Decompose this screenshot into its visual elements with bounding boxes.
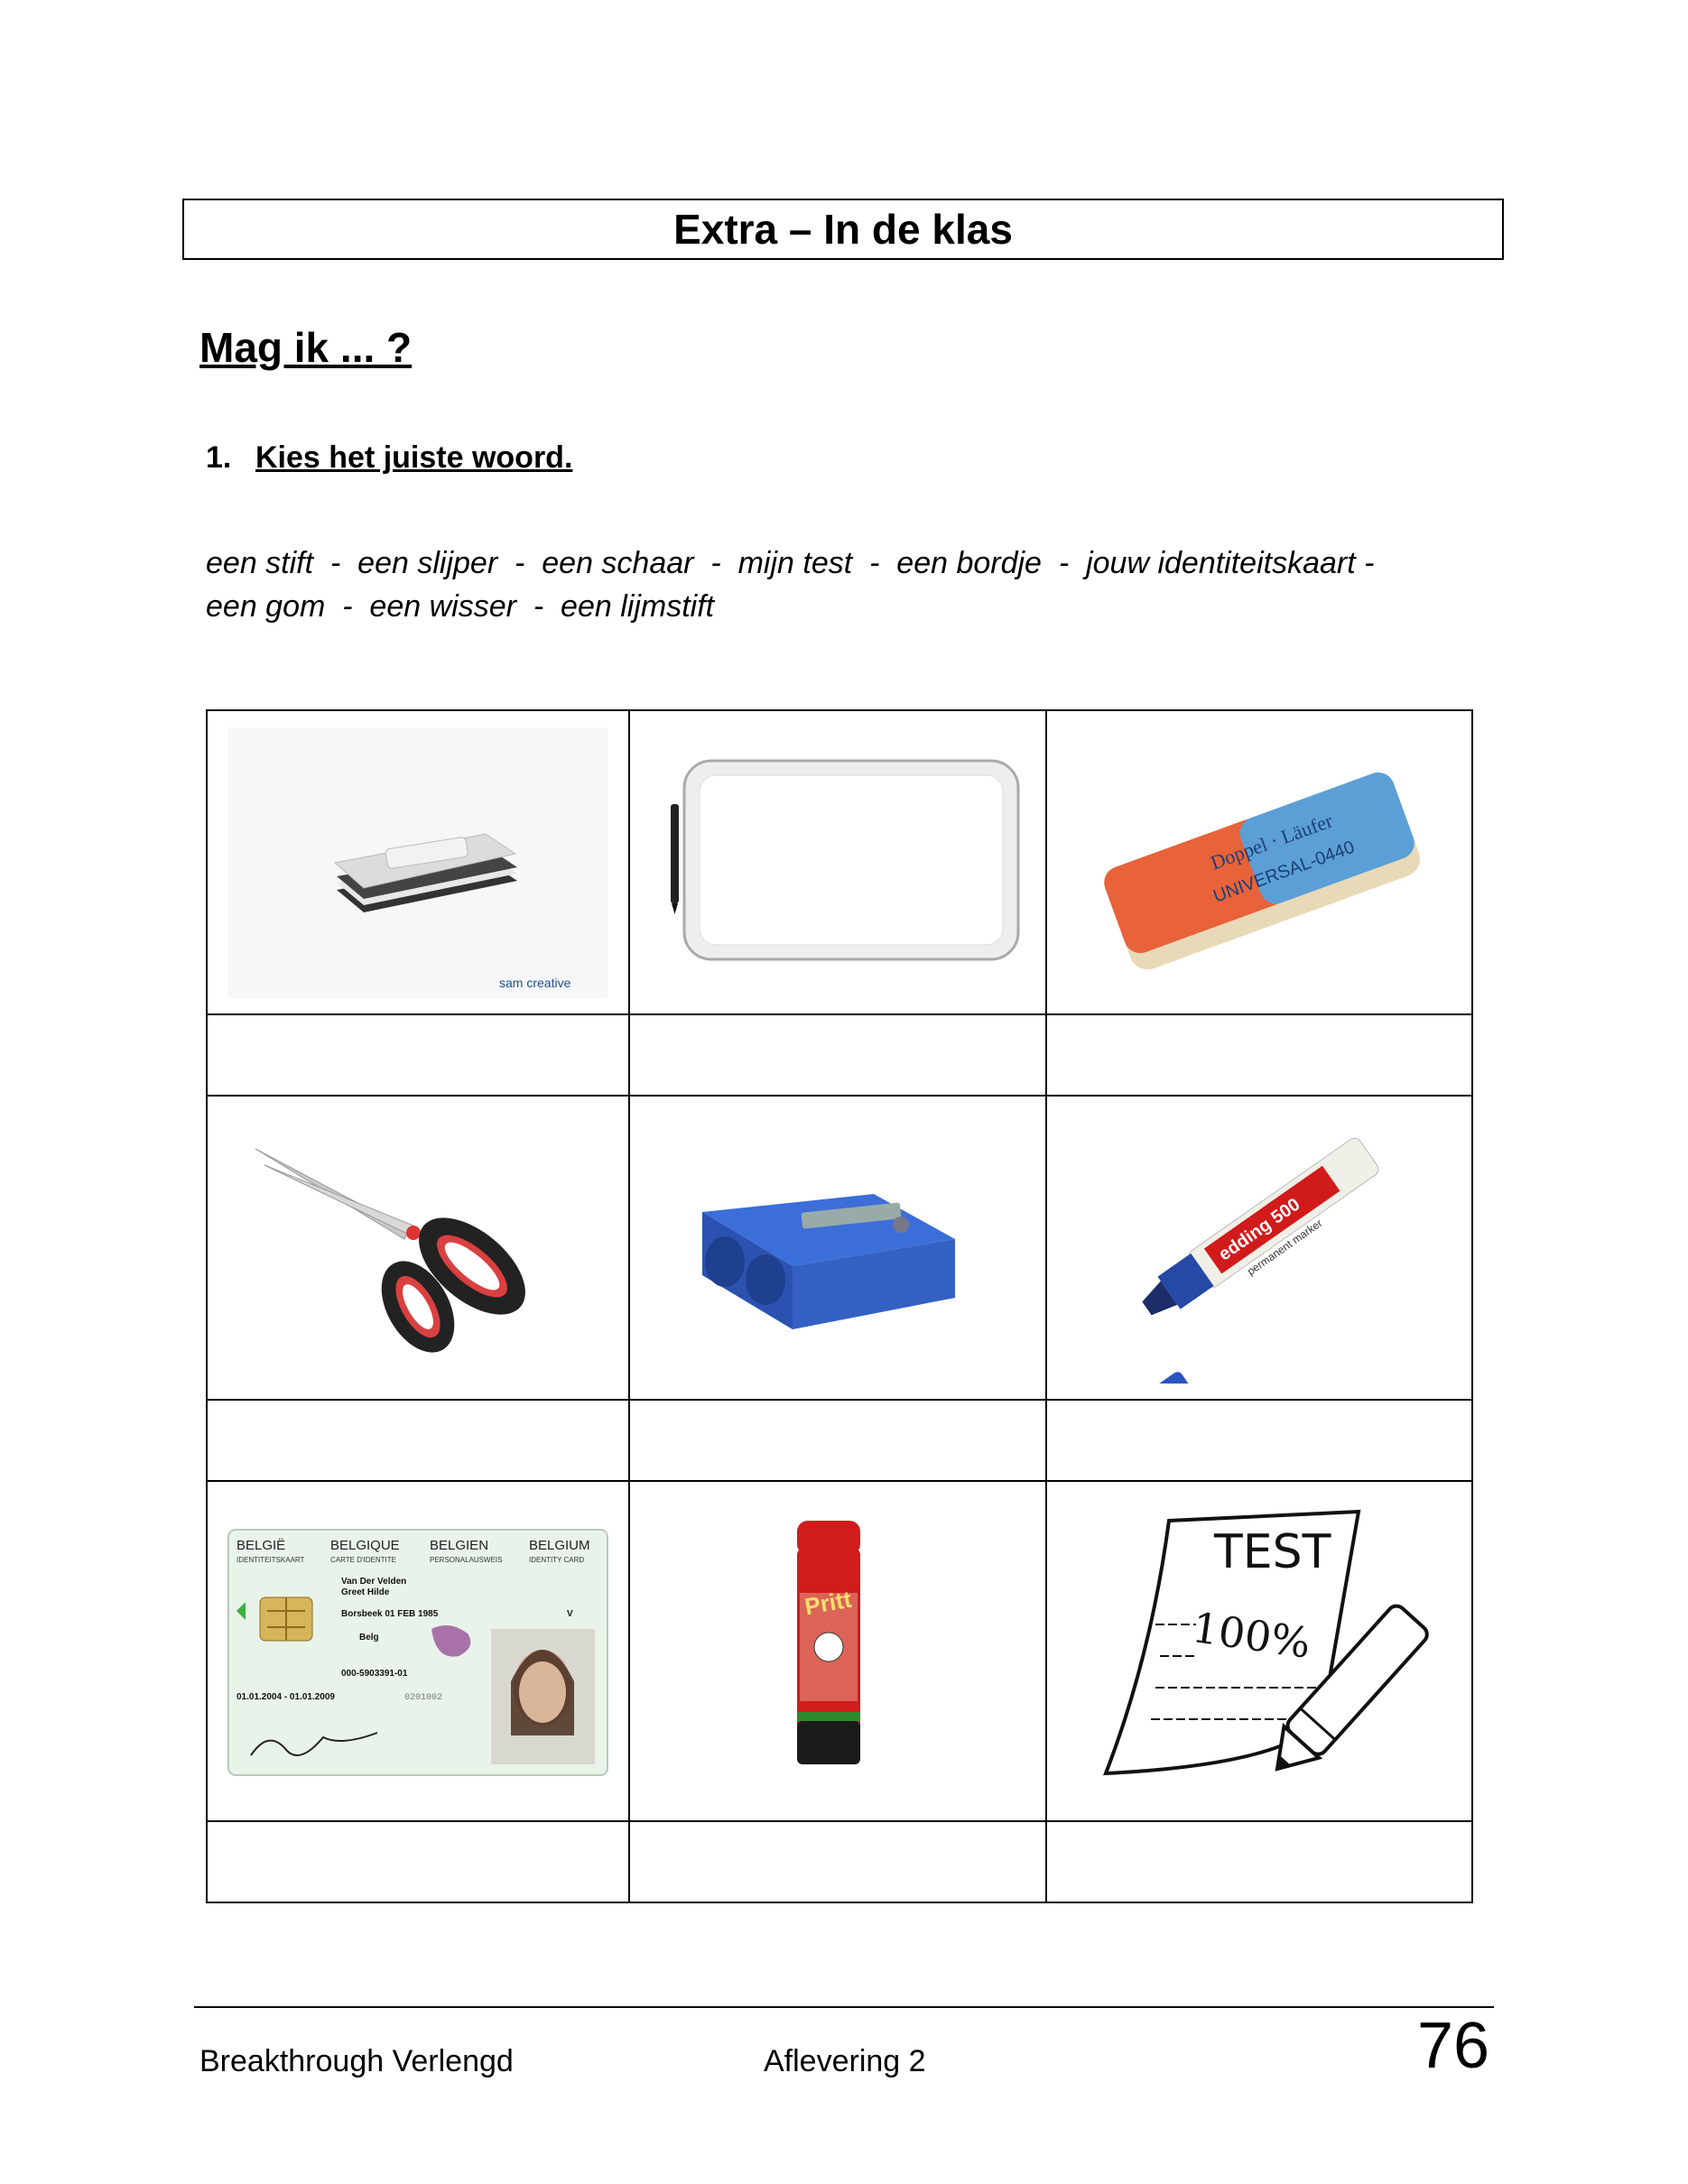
id-serial: 0201002 <box>404 1693 442 1703</box>
id-subtitle-fr: CARTE D'IDENTITE <box>330 1556 396 1564</box>
page-number: 76 <box>1417 2010 1490 2082</box>
section-title: Mag ik ... ? <box>199 324 413 371</box>
picture-grid: sam creative Doppel · Läufer UNIVERSAL-0… <box>206 709 1473 1903</box>
marker-image: edding 500 permanent marker <box>1121 1137 1379 1384</box>
id-card-image: BELGIË BELGIQUE BELGIEN BELGIUM IDENTITE… <box>227 1528 608 1776</box>
id-country-nl: BELGIË <box>237 1538 285 1553</box>
id-country-en: BELGIUM <box>529 1538 590 1553</box>
eraser-image: Doppel · Läufer UNIVERSAL-0440 <box>1104 772 1421 969</box>
sharpener-image <box>702 1193 955 1329</box>
picture-cell-test: TEST 100% <box>1045 1480 1473 1822</box>
picture-cell-schaar <box>206 1095 630 1401</box>
id-card-number: 000-5903391-01 <box>341 1669 408 1679</box>
id-subtitle-nl: IDENTITEITSKAART <box>237 1556 305 1564</box>
answer-cell-2[interactable] <box>628 1013 1047 1097</box>
answer-cell-5[interactable] <box>628 1399 1047 1482</box>
answer-cell-8[interactable] <box>628 1820 1047 1903</box>
exercise-number: 1. <box>206 440 232 475</box>
exercise-instruction: Kies het juiste woord. <box>255 440 573 475</box>
answer-cell-4[interactable] <box>206 1399 630 1482</box>
id-subtitle-de: PERSONALAUSWEIS <box>430 1556 502 1564</box>
id-nationality: Belg <box>359 1633 379 1643</box>
picture-cell-identiteitskaart: BELGIË BELGIQUE BELGIEN BELGIUM IDENTITE… <box>206 1480 630 1822</box>
id-country-de: BELGIEN <box>430 1538 488 1553</box>
footer-course-title: Breakthrough Verlengd <box>199 2044 514 2078</box>
whiteboard-eraser-image: sam creative <box>228 726 607 998</box>
id-given-names: Greet Hilde <box>341 1587 390 1597</box>
picture-cell-wisser: sam creative <box>206 709 630 1015</box>
answer-cell-7[interactable] <box>206 1820 630 1903</box>
test-title-text: TEST <box>1213 1525 1331 1579</box>
whiteboard-image <box>671 759 1020 960</box>
picture-cell-gom: Doppel · Läufer UNIVERSAL-0440 <box>1045 709 1473 1015</box>
picture-cell-slijper <box>628 1095 1047 1401</box>
footer-episode: Aflevering 2 <box>764 2044 926 2078</box>
scissors-image <box>255 1148 525 1353</box>
id-subtitle-en: IDENTITY CARD <box>529 1556 584 1564</box>
id-validity: 01.01.2004 - 01.01.2009 <box>237 1692 335 1702</box>
footer-divider <box>194 2006 1494 2008</box>
glue-stick-image: Pritt <box>797 1520 860 1764</box>
id-surname: Van Der Velden <box>341 1577 406 1587</box>
picture-cell-lijmstift: Pritt <box>628 1480 1047 1822</box>
id-sex: V <box>567 1609 573 1619</box>
answer-cell-3[interactable] <box>1045 1013 1473 1097</box>
word-bank-line-2: een gom - een wisser - een lijmstift <box>206 589 715 624</box>
sam-creative-logo: sam creative <box>499 976 571 990</box>
picture-cell-bordje <box>628 709 1047 1015</box>
word-bank-line-1: een stift - een slijper - een schaar - m… <box>206 546 1375 580</box>
answer-cell-9[interactable] <box>1045 1820 1473 1903</box>
page-header: Extra – In de klas <box>182 199 1504 260</box>
id-birth: Borsbeek 01 FEB 1985 <box>341 1609 439 1619</box>
word-bank: een stift - een slijper - een schaar - m… <box>206 541 1488 628</box>
picture-cell-stift: edding 500 permanent marker <box>1045 1095 1473 1401</box>
header-title: Extra – In de klas <box>673 206 1013 253</box>
answer-cell-1[interactable] <box>206 1013 630 1097</box>
test-paper-image: TEST 100% <box>1103 1509 1429 1775</box>
answer-cell-6[interactable] <box>1045 1399 1473 1482</box>
exercise-heading: 1. Kies het juiste woord. <box>206 440 572 476</box>
id-country-fr: BELGIQUE <box>330 1538 400 1553</box>
